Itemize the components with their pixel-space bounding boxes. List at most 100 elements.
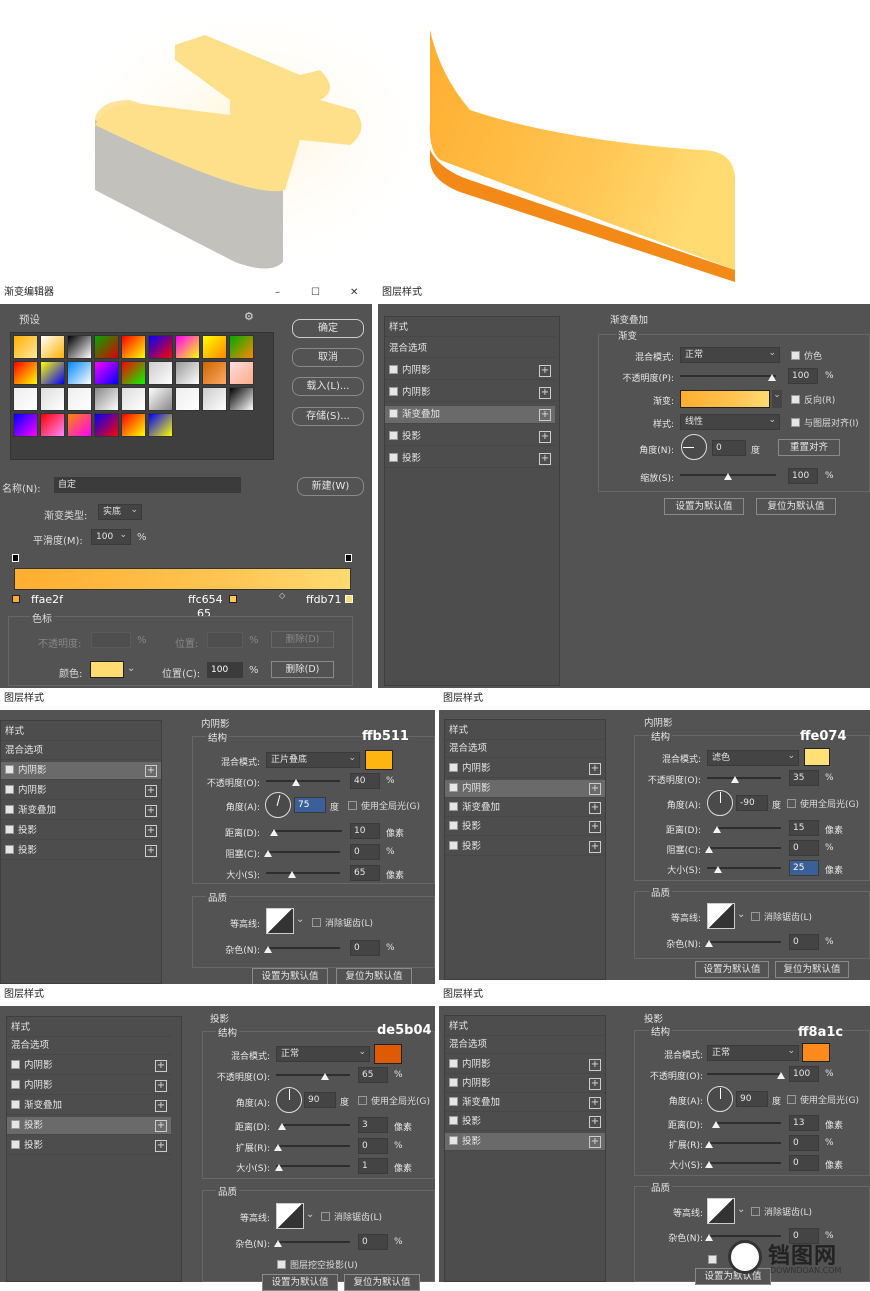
preset-swatch[interactable] [121,335,146,359]
distance-input[interactable]: 3 [358,1117,388,1133]
angle-input[interactable]: 0 [712,440,746,456]
plus-icon[interactable]: + [589,1078,601,1090]
opacity-slider-thumb[interactable] [292,779,300,786]
preset-swatch[interactable] [202,387,227,411]
noise-slider-thumb[interactable] [274,1240,282,1247]
spread-slider-thumb[interactable] [705,1141,713,1148]
sidebar-item-inner-shadow-1[interactable]: 内阴影 + [385,362,555,380]
opacity-input[interactable]: 100 [788,368,818,384]
checkbox-icon[interactable] [11,1080,20,1089]
sidebar-item-inner-shadow-1[interactable]: 内阴影 + [7,1057,171,1075]
sidebar-item-gradient-overlay[interactable]: 渐变叠加 + [385,406,555,424]
preset-swatch[interactable] [121,413,146,437]
gradient-swatch[interactable] [680,390,770,408]
sidebar-item-gradient-overlay[interactable]: 渐变叠加 + [445,1094,605,1112]
checkbox-icon[interactable] [5,805,14,814]
antialias-checkbox[interactable] [751,912,760,921]
presets-grid[interactable] [10,332,274,460]
shadow-color-swatch[interactable] [374,1044,402,1064]
opacity-stop-right[interactable] [345,554,352,562]
plus-icon[interactable]: + [539,387,551,399]
preset-swatch[interactable] [175,361,200,385]
sidebar-blending[interactable]: 混合选项 [7,1037,171,1055]
close-icon[interactable]: ✕ [350,282,358,304]
noise-slider[interactable] [276,1241,350,1243]
preset-swatch[interactable] [121,387,146,411]
plus-icon[interactable]: + [155,1080,167,1092]
reset-default-button[interactable]: 复位为默认值 [775,961,849,978]
reset-default-button[interactable]: 复位为默认值 [344,1274,420,1291]
preset-swatch[interactable] [148,361,173,385]
sidebar-styles[interactable]: 样式 [385,319,555,337]
plus-icon[interactable]: + [589,821,601,833]
sidebar-item-drop-shadow-1[interactable]: 投影 + [1,822,161,840]
sidebar-styles[interactable]: 样式 [7,1019,171,1037]
size-slider[interactable] [276,1165,350,1167]
preset-swatch[interactable] [40,361,65,385]
sidebar-item-inner-shadow-2[interactable]: 内阴影 + [385,384,555,402]
opacity-slider-thumb[interactable] [777,1072,785,1079]
angle-input[interactable]: 90 [736,1091,768,1107]
maximize-icon[interactable]: ☐ [311,282,320,304]
noise-slider[interactable] [707,1235,781,1237]
noise-input[interactable]: 0 [789,934,819,950]
distance-slider[interactable] [715,1122,781,1124]
distance-slider-thumb[interactable] [270,829,278,836]
noise-slider[interactable] [266,947,340,949]
antialias-checkbox[interactable] [321,1212,330,1221]
knockout-checkbox[interactable] [277,1260,286,1269]
noise-input[interactable]: 0 [358,1234,388,1250]
sidebar-item-gradient-overlay[interactable]: 渐变叠加 + [7,1097,171,1115]
plus-icon[interactable]: + [589,783,601,795]
contour-preview[interactable] [266,908,294,934]
angle-input[interactable]: 75 [294,797,326,813]
size-input[interactable]: 25 [789,860,819,876]
preset-swatch[interactable] [13,335,38,359]
opacity-stop-left[interactable] [12,554,19,562]
distance-slider[interactable] [272,830,342,832]
sidebar-item-drop-shadow-2[interactable]: 投影 + [445,838,605,856]
plus-icon[interactable]: + [145,805,157,817]
preset-swatch[interactable] [229,387,254,411]
plus-icon[interactable]: + [539,409,551,421]
choke-slider[interactable] [266,851,340,853]
checkbox-icon[interactable] [449,1116,458,1125]
preset-swatch[interactable] [67,387,92,411]
preset-swatch[interactable] [202,335,227,359]
new-button[interactable]: 新建(W) [297,477,364,496]
plus-icon[interactable]: + [155,1100,167,1112]
opacity-slider[interactable] [276,1074,350,1076]
antialias-checkbox[interactable] [751,1207,760,1216]
chevron-down-icon[interactable]: ⌄ [737,909,745,920]
size-input[interactable]: 0 [789,1155,819,1171]
blend-mode-select[interactable]: 滤色 [707,749,799,766]
checkbox-icon[interactable] [449,802,458,811]
blend-mode-select[interactable]: 正常 [707,1044,799,1061]
checkbox-icon[interactable] [449,841,458,850]
blend-mode-select[interactable]: 正片叠底 [266,751,360,768]
set-default-button[interactable]: 设置为默认值 [695,961,769,978]
checkbox-icon[interactable] [389,409,398,418]
plus-icon[interactable]: + [589,1136,601,1148]
opacity-input[interactable]: 40 [350,773,380,789]
global-light-checkbox[interactable] [787,799,796,808]
opacity-input[interactable]: 35 [789,770,819,786]
distance-slider-thumb[interactable] [278,1123,286,1130]
sidebar-item-drop-shadow-2[interactable]: 投影 + [445,1133,605,1151]
checkbox-icon[interactable] [449,821,458,830]
sidebar-item-drop-shadow-1[interactable]: 投影 + [385,428,555,446]
color-stop-2[interactable] [229,595,237,603]
size-slider-thumb[interactable] [275,1164,283,1171]
preset-swatch[interactable] [94,413,119,437]
checkbox-icon[interactable] [11,1100,20,1109]
opacity-slider-thumb[interactable] [731,776,739,783]
align-checkbox[interactable] [791,418,800,427]
opacity-slider[interactable] [707,1073,781,1075]
checkbox-icon[interactable] [389,453,398,462]
opacity-slider[interactable] [707,777,781,779]
spread-input[interactable]: 0 [789,1135,819,1151]
distance-slider[interactable] [282,1124,350,1126]
plus-icon[interactable]: + [145,785,157,797]
checkbox-icon[interactable] [449,1097,458,1106]
preset-swatch[interactable] [40,335,65,359]
